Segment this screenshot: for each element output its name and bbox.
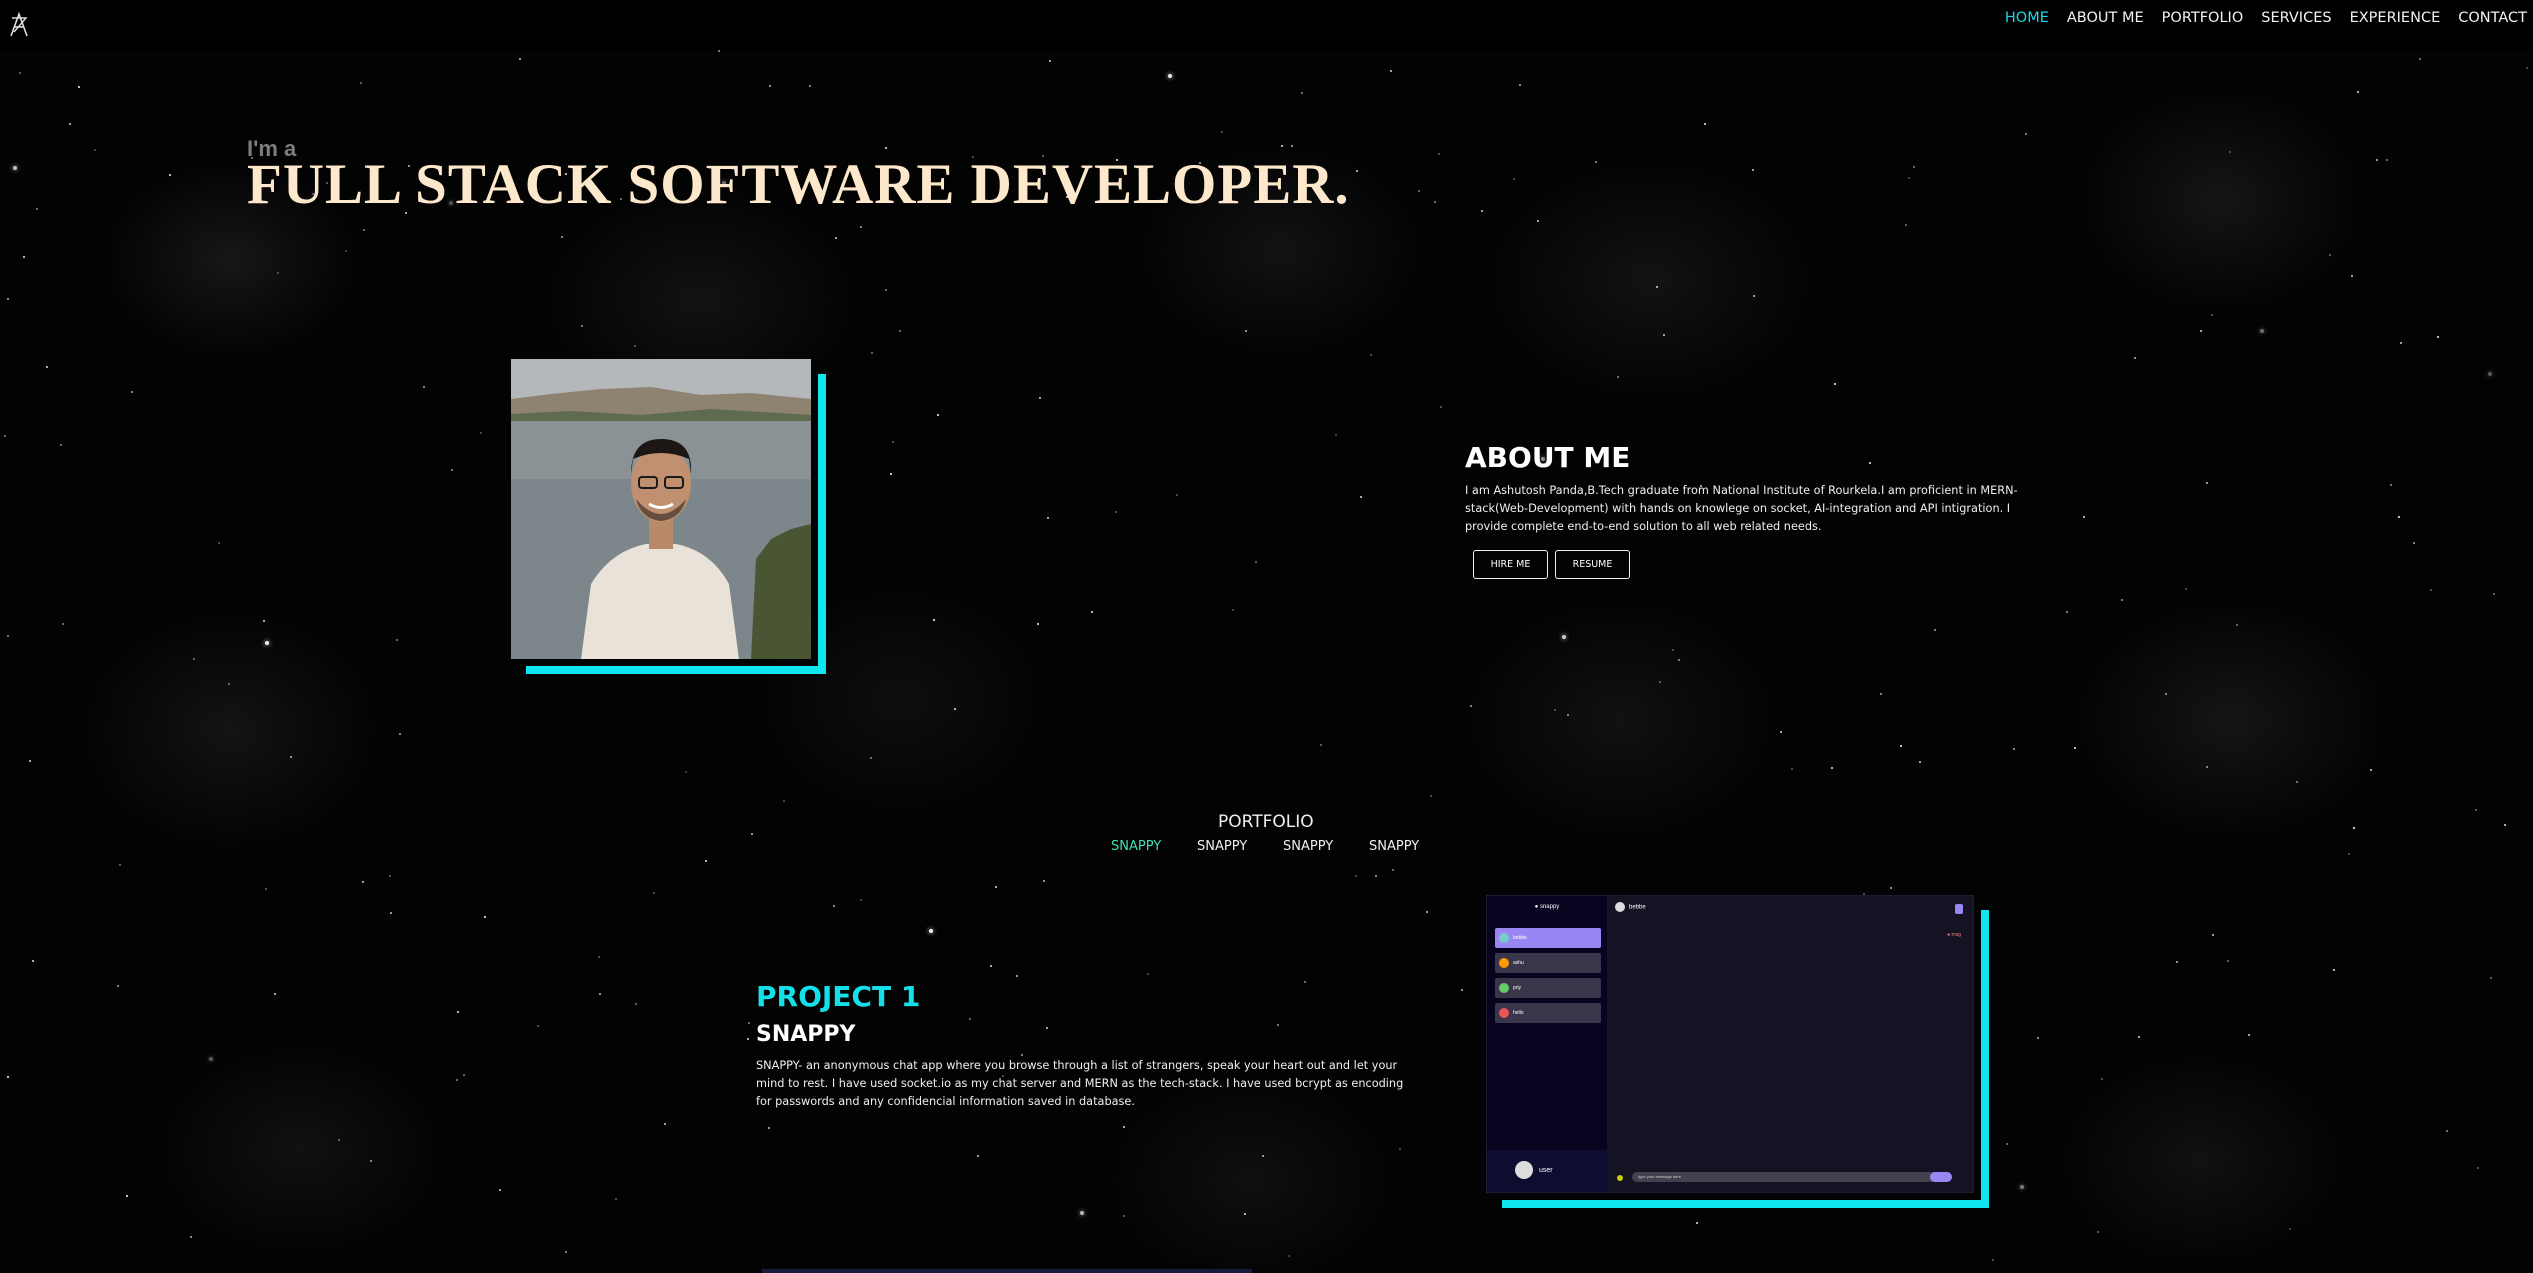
nav-services[interactable]: SERVICES xyxy=(2261,10,2331,26)
portfolio-tabs: SNAPPY SNAPPY SNAPPY SNAPPY xyxy=(1111,839,1419,854)
next-section-edge xyxy=(762,1269,1252,1273)
screenshot-chat-header: bebbe xyxy=(1615,902,1646,912)
screenshot-contact: ashu xyxy=(1495,953,1601,973)
screenshot-message: ● msg xyxy=(1947,932,1961,938)
nav-contact[interactable]: CONTACT xyxy=(2458,10,2527,26)
project-number: PROJECT 1 xyxy=(756,980,921,1013)
nav-home[interactable]: HOME xyxy=(2005,10,2049,26)
stylized-a-logo-icon[interactable] xyxy=(8,12,30,38)
screenshot-contact: hello xyxy=(1495,1003,1601,1023)
screenshot-logout-icon xyxy=(1955,904,1963,914)
hire-me-button[interactable]: HIRE ME xyxy=(1473,550,1548,579)
portfolio-title: PORTFOLIO xyxy=(1218,812,1314,832)
nav-about-me[interactable]: ABOUT ME xyxy=(2067,10,2144,26)
screenshot-emoji-icon xyxy=(1617,1175,1623,1181)
top-navbar: HOME ABOUT ME PORTFOLIO SERVICES EXPERIE… xyxy=(0,0,2533,50)
screenshot-sidebar: ● snappy bebbe ashu priy hello user xyxy=(1487,896,1607,1192)
screenshot-brand: ● snappy xyxy=(1534,904,1560,910)
nav-portfolio[interactable]: PORTFOLIO xyxy=(2162,10,2244,26)
screenshot-message-input: type your message here xyxy=(1632,1172,1952,1182)
hero-title: FULL STACK SOFTWARE DEVELOPER. xyxy=(247,153,1350,216)
screenshot-contact: bebbe xyxy=(1495,928,1601,948)
profile-photo xyxy=(511,359,811,659)
nav-experience[interactable]: EXPERIENCE xyxy=(2350,10,2441,26)
resume-button[interactable]: RESUME xyxy=(1555,550,1630,579)
portfolio-tab-1[interactable]: SNAPPY xyxy=(1111,839,1161,854)
portfolio-tab-4[interactable]: SNAPPY xyxy=(1369,839,1419,854)
screenshot-contact: priy xyxy=(1495,978,1601,998)
portfolio-tab-3[interactable]: SNAPPY xyxy=(1283,839,1333,854)
project-description: SNAPPY- an anonymous chat app where you … xyxy=(756,1059,1404,1108)
portfolio-tab-2[interactable]: SNAPPY xyxy=(1197,839,1247,854)
project-name: SNAPPY xyxy=(756,1022,856,1047)
page-content: I'm a FULL STACK SOFTWARE DEVELOPER. ABO… xyxy=(0,0,2533,1273)
about-title: ABOUT ME xyxy=(1465,441,1631,474)
nav-links: HOME ABOUT ME PORTFOLIO SERVICES EXPERIE… xyxy=(2005,10,2527,26)
about-text: I am Ashutosh Panda,B.Tech graduate from… xyxy=(1465,484,2018,533)
screenshot-current-user: user xyxy=(1487,1150,1607,1192)
project-screenshot[interactable]: ● snappy bebbe ashu priy hello user bebb… xyxy=(1486,895,1974,1193)
